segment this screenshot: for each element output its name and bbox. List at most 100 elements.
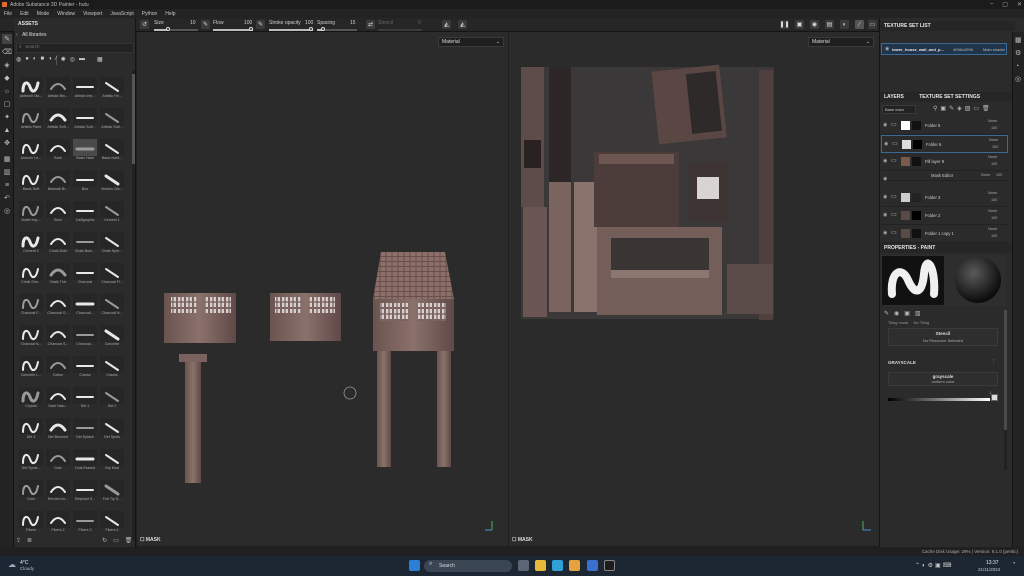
assets-scrollbar[interactable] — [132, 70, 135, 540]
brush-tile[interactable]: Electric Lin... — [46, 480, 70, 504]
size-value[interactable]: 10 — [190, 20, 196, 26]
menu-help[interactable]: Help — [165, 11, 175, 17]
layer-opacity[interactable]: 100 — [991, 126, 997, 130]
import-icon[interactable]: ⇪ — [16, 537, 21, 546]
flow-slider[interactable] — [213, 29, 253, 31]
viewport-2d[interactable]: Material ⌄ ☐ MASK — [509, 32, 879, 546]
menu-edit[interactable]: Edit — [20, 11, 29, 17]
paint-mode-icon[interactable]: ⁄ — [855, 20, 864, 29]
list-view-icon[interactable]: ≣ — [27, 537, 32, 546]
layer-blend-mode[interactable]: Norm — [981, 173, 990, 177]
eye-icon[interactable]: ◉ — [885, 46, 889, 52]
brush-tile[interactable]: Basic Hard... — [100, 139, 124, 163]
brush-tile[interactable]: Dirt Brushed — [46, 418, 70, 442]
brush-tile[interactable]: Charcoal Fi... — [100, 263, 124, 287]
stroke-opacity-knob[interactable] — [309, 27, 313, 31]
brush-tile[interactable]: Fibers 4 — [100, 511, 124, 535]
projection-tool-icon[interactable]: ◈ — [2, 60, 12, 70]
camera-right-icon[interactable]: ◭ — [458, 20, 467, 29]
layer-row[interactable]: ◉ ▭ Fill layer 8 Norm 100 — [881, 153, 1008, 171]
filter-environments-icon[interactable]: ▬ — [79, 56, 85, 65]
layers-icon[interactable]: ≡ — [2, 180, 12, 190]
brush-tile[interactable]: Charcoal G... — [46, 294, 70, 318]
bake-tool-icon[interactable]: ▲ — [2, 125, 12, 135]
render-icon[interactable]: ▣ — [795, 20, 804, 29]
layer-blend-mode[interactable]: Norm — [988, 155, 997, 159]
properties-scrollbar[interactable] — [1004, 310, 1007, 470]
layer-row[interactable]: ◉ ▭ Folder 3 Norm 100 — [881, 189, 1008, 207]
size-slider-knob[interactable] — [166, 27, 170, 31]
brush-tile[interactable]: Dirt 2 — [100, 387, 124, 411]
taskbar-date[interactable]: 21/11/2024 — [978, 567, 1000, 572]
filter-masks-icon[interactable]: ■ — [41, 56, 45, 65]
layer-blend-mode[interactable]: Norm — [988, 191, 997, 195]
brush-tile[interactable]: Airbrush Ma... — [19, 77, 43, 101]
asset-search[interactable]: ⌕ Search — [16, 43, 134, 53]
weather-widget[interactable]: ☁ 4°C Cloudy — [8, 559, 48, 573]
minimize-icon[interactable]: – — [990, 1, 993, 8]
brush-tile[interactable]: Chalk Stro... — [19, 263, 43, 287]
filter-brushes-icon[interactable]: ⁄ — [55, 56, 57, 65]
history-icon[interactable]: ↶ — [2, 193, 12, 203]
filter-filters-icon[interactable]: ◎ — [70, 56, 75, 65]
layer-blend-mode[interactable]: Norm — [989, 138, 998, 142]
brush-tile[interactable]: Charcoal — [73, 263, 97, 287]
layer-mask-thumbnail[interactable] — [912, 229, 921, 238]
filter-materials-icon[interactable]: ● — [25, 56, 29, 65]
size-slider[interactable] — [154, 29, 198, 31]
close-icon[interactable]: ✕ — [1017, 1, 1022, 8]
brush-tile[interactable]: Dirt 3 — [19, 418, 43, 442]
display-settings-icon[interactable]: ◎ — [2, 206, 12, 216]
brush-tile[interactable]: Charcoal S... — [46, 325, 70, 349]
pressure-size-icon[interactable]: ✎ — [201, 20, 210, 29]
task-view-icon[interactable] — [518, 560, 529, 571]
texture-set-item[interactable]: ◉ tower_house_wall_and_p... 4096x4096 Ma… — [881, 43, 1007, 55]
brush-tile[interactable]: Dirt 1 — [73, 387, 97, 411]
menu-viewport[interactable]: Viewport — [83, 11, 102, 17]
library-back-icon[interactable]: ‹ — [16, 32, 18, 38]
brush-tile[interactable]: Dirt Spots — [100, 418, 124, 442]
brush-tile[interactable]: Broken Gla... — [100, 170, 124, 194]
screenshot-icon[interactable]: ▭ — [868, 20, 877, 29]
texture-set-shader[interactable]: Main shader — [983, 47, 1005, 52]
layer-mask-thumbnail[interactable] — [912, 193, 921, 202]
taskbar-time[interactable]: 13:37 — [986, 560, 999, 566]
brush-tile[interactable]: Charcoal... — [73, 294, 97, 318]
brush-tile[interactable]: Fibers — [19, 511, 43, 535]
layer-actions-icons[interactable]: ⚲▣✎◈▨▭🗑 — [933, 105, 993, 112]
brush-tile[interactable]: Dots Erased — [73, 449, 97, 473]
viewport-3d[interactable]: Material ⌄ ☐ MASK — [137, 32, 508, 546]
filter-textures-icon[interactable]: ◑ — [48, 56, 52, 65]
brush-tile[interactable]: Artistic Bru... — [46, 77, 70, 101]
layer-mask-thumbnail[interactable] — [913, 140, 922, 149]
brush-tile[interactable]: Burn — [46, 201, 70, 225]
layer-mask-thumbnail[interactable] — [912, 211, 921, 220]
brush-tile[interactable]: Cement 2 — [19, 232, 43, 256]
brush-tile[interactable]: Artistic Soft... — [73, 108, 97, 132]
refresh-icon[interactable]: ↻ — [102, 537, 107, 546]
camera-left-icon[interactable]: ◭ — [442, 20, 451, 29]
material-picker-icon[interactable]: ✦ — [2, 112, 12, 122]
camera-icon[interactable]: ▤ — [825, 20, 834, 29]
menu-mode[interactable]: Mode — [37, 11, 50, 17]
layer-row[interactable]: ◉ ▭ Folder 5 Norm 100 — [881, 117, 1008, 135]
flow-slider-knob[interactable] — [249, 27, 253, 31]
spacing-slider-knob[interactable] — [321, 27, 325, 31]
brush-tile[interactable]: Chalk Thin — [46, 263, 70, 287]
brush-tile[interactable]: Cracks — [100, 356, 124, 380]
brush-tile[interactable]: Fibers 3 — [73, 511, 97, 535]
paint-tool-icon[interactable]: ✎ — [2, 34, 12, 44]
layer-row[interactable]: ◉ Mask Editor Norm 100 — [881, 171, 1008, 182]
layer-opacity[interactable]: 100 — [991, 216, 997, 220]
stencil-value[interactable]: 0 — [418, 20, 421, 26]
mail-icon[interactable] — [587, 560, 598, 571]
brush-tile[interactable]: Chalk Bold — [46, 232, 70, 256]
menu-window[interactable]: Window — [57, 11, 75, 17]
layer-blend-mode[interactable]: Norm — [988, 227, 997, 231]
maximize-icon[interactable]: ▢ — [1002, 1, 1008, 8]
brush-tile[interactable]: Dry Mud — [100, 449, 124, 473]
brush-tile[interactable]: Basic Soft — [19, 170, 43, 194]
viewport-3d-mask-toggle[interactable]: ☐ MASK — [140, 537, 161, 543]
brush-tile[interactable]: Dust — [19, 480, 43, 504]
assets-panel-icon[interactable]: ▦ — [2, 154, 12, 164]
